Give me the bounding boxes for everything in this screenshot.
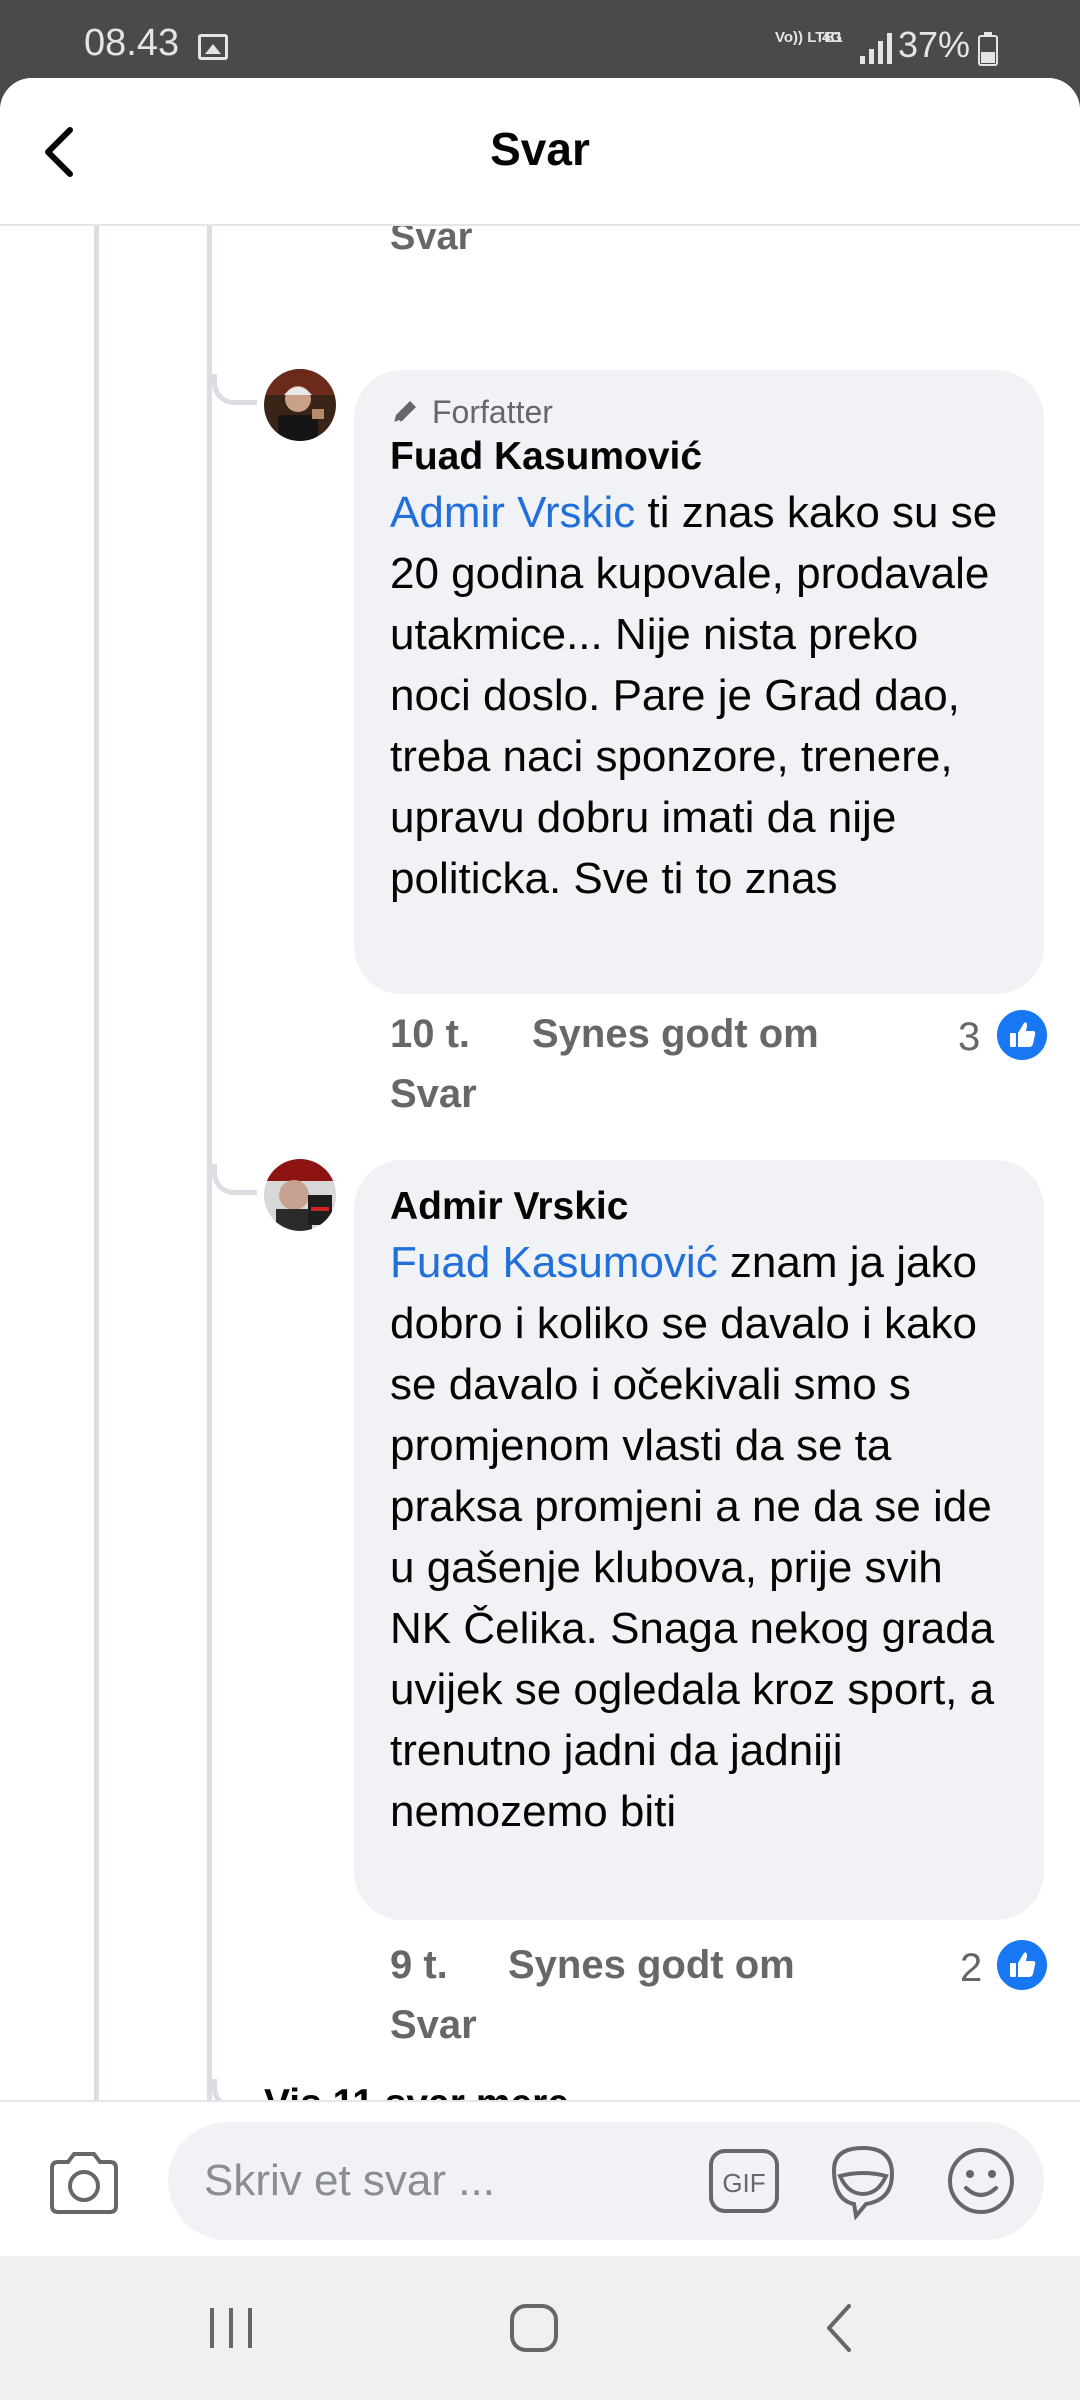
gif-icon[interactable]: GIF [708, 2148, 780, 2214]
gif-label: GIF [722, 2168, 765, 2198]
pencil-icon [393, 401, 416, 424]
reply-composer: GIF [0, 2100, 1080, 2256]
reply-button[interactable]: Svar [390, 1072, 477, 1117]
reply-link[interactable]: Svar [390, 224, 472, 259]
comment-body: ti znas kako su se 20 godina kupovale, p… [390, 488, 998, 903]
network-type: 4G [822, 29, 843, 46]
thread-line-outer [94, 224, 99, 2178]
comment-actions: 9 t. Synes godt om Svar [390, 1943, 1040, 2063]
battery-percent: 37% [898, 24, 971, 65]
reply-thread[interactable]: Svar Forfatter Fuad Kasumović Admir Vrsk… [0, 224, 1080, 2178]
thread-line-inner [207, 224, 212, 2178]
camera-icon[interactable] [46, 2150, 122, 2216]
like-button[interactable]: Synes godt om [532, 1012, 819, 1057]
comment-time[interactable]: 9 t. [390, 1943, 448, 1988]
emoji-icon[interactable] [946, 2146, 1016, 2216]
author-badge-label: Forfatter [432, 394, 553, 430]
reaction-count[interactable]: 2 [960, 1946, 982, 1991]
signal-icon [860, 33, 892, 64]
page-title: Svar [490, 123, 590, 175]
comment-bubble[interactable]: Admir Vrskic Fuad Kasumović znam ja jako… [354, 1160, 1044, 1920]
comment-text: Admir Vrskic ti znas kako su se 20 godin… [390, 482, 1008, 909]
comment-author[interactable]: Fuad Kasumović [390, 432, 1008, 482]
home-icon[interactable] [508, 2302, 560, 2354]
mention-link[interactable]: Admir Vrskic [390, 488, 635, 537]
recent-apps-icon[interactable] [206, 2306, 256, 2350]
comment-bubble[interactable]: Forfatter Fuad Kasumović Admir Vrskic ti… [354, 370, 1044, 994]
system-navigation-bar [0, 2256, 1080, 2400]
comment-author[interactable]: Admir Vrskic [390, 1182, 1008, 1232]
mention-link[interactable]: Fuad Kasumović [390, 1238, 718, 1287]
reply-input[interactable] [168, 2122, 1044, 2240]
sticker-icon[interactable] [826, 2140, 900, 2220]
thread-connector [212, 1164, 257, 1195]
battery-icon [978, 32, 998, 66]
thread-connector [212, 374, 257, 405]
like-reaction-icon[interactable] [994, 1937, 1050, 1993]
avatar[interactable] [264, 1159, 336, 1231]
header: Svar [0, 78, 1080, 226]
comment-actions: 10 t. Synes godt om Svar [390, 1012, 1040, 1132]
status-time: 08.43 [84, 22, 180, 64]
reply-button[interactable]: Svar [390, 2003, 477, 2048]
like-button[interactable]: Synes godt om [508, 1943, 795, 1988]
system-back-icon[interactable] [824, 2302, 854, 2354]
author-badge: Forfatter [390, 392, 1008, 432]
replies-sheet: Svar Svar Forfatter Fuad Kasumović Admir… [0, 78, 1080, 2256]
avatar[interactable] [264, 369, 336, 441]
comment-text: Fuad Kasumović znam ja jako dobro i koli… [390, 1232, 1008, 1842]
comment-time[interactable]: 10 t. [390, 1012, 470, 1057]
reaction-count[interactable]: 3 [958, 1015, 980, 1060]
comment-body: znam ja jako dobro i koliko se davalo i … [390, 1238, 995, 1836]
status-bar: 08.43 Vo)) LTE1 4G 37% [0, 0, 1080, 78]
gallery-notification-icon [198, 34, 228, 60]
like-reaction-icon[interactable] [994, 1007, 1050, 1063]
